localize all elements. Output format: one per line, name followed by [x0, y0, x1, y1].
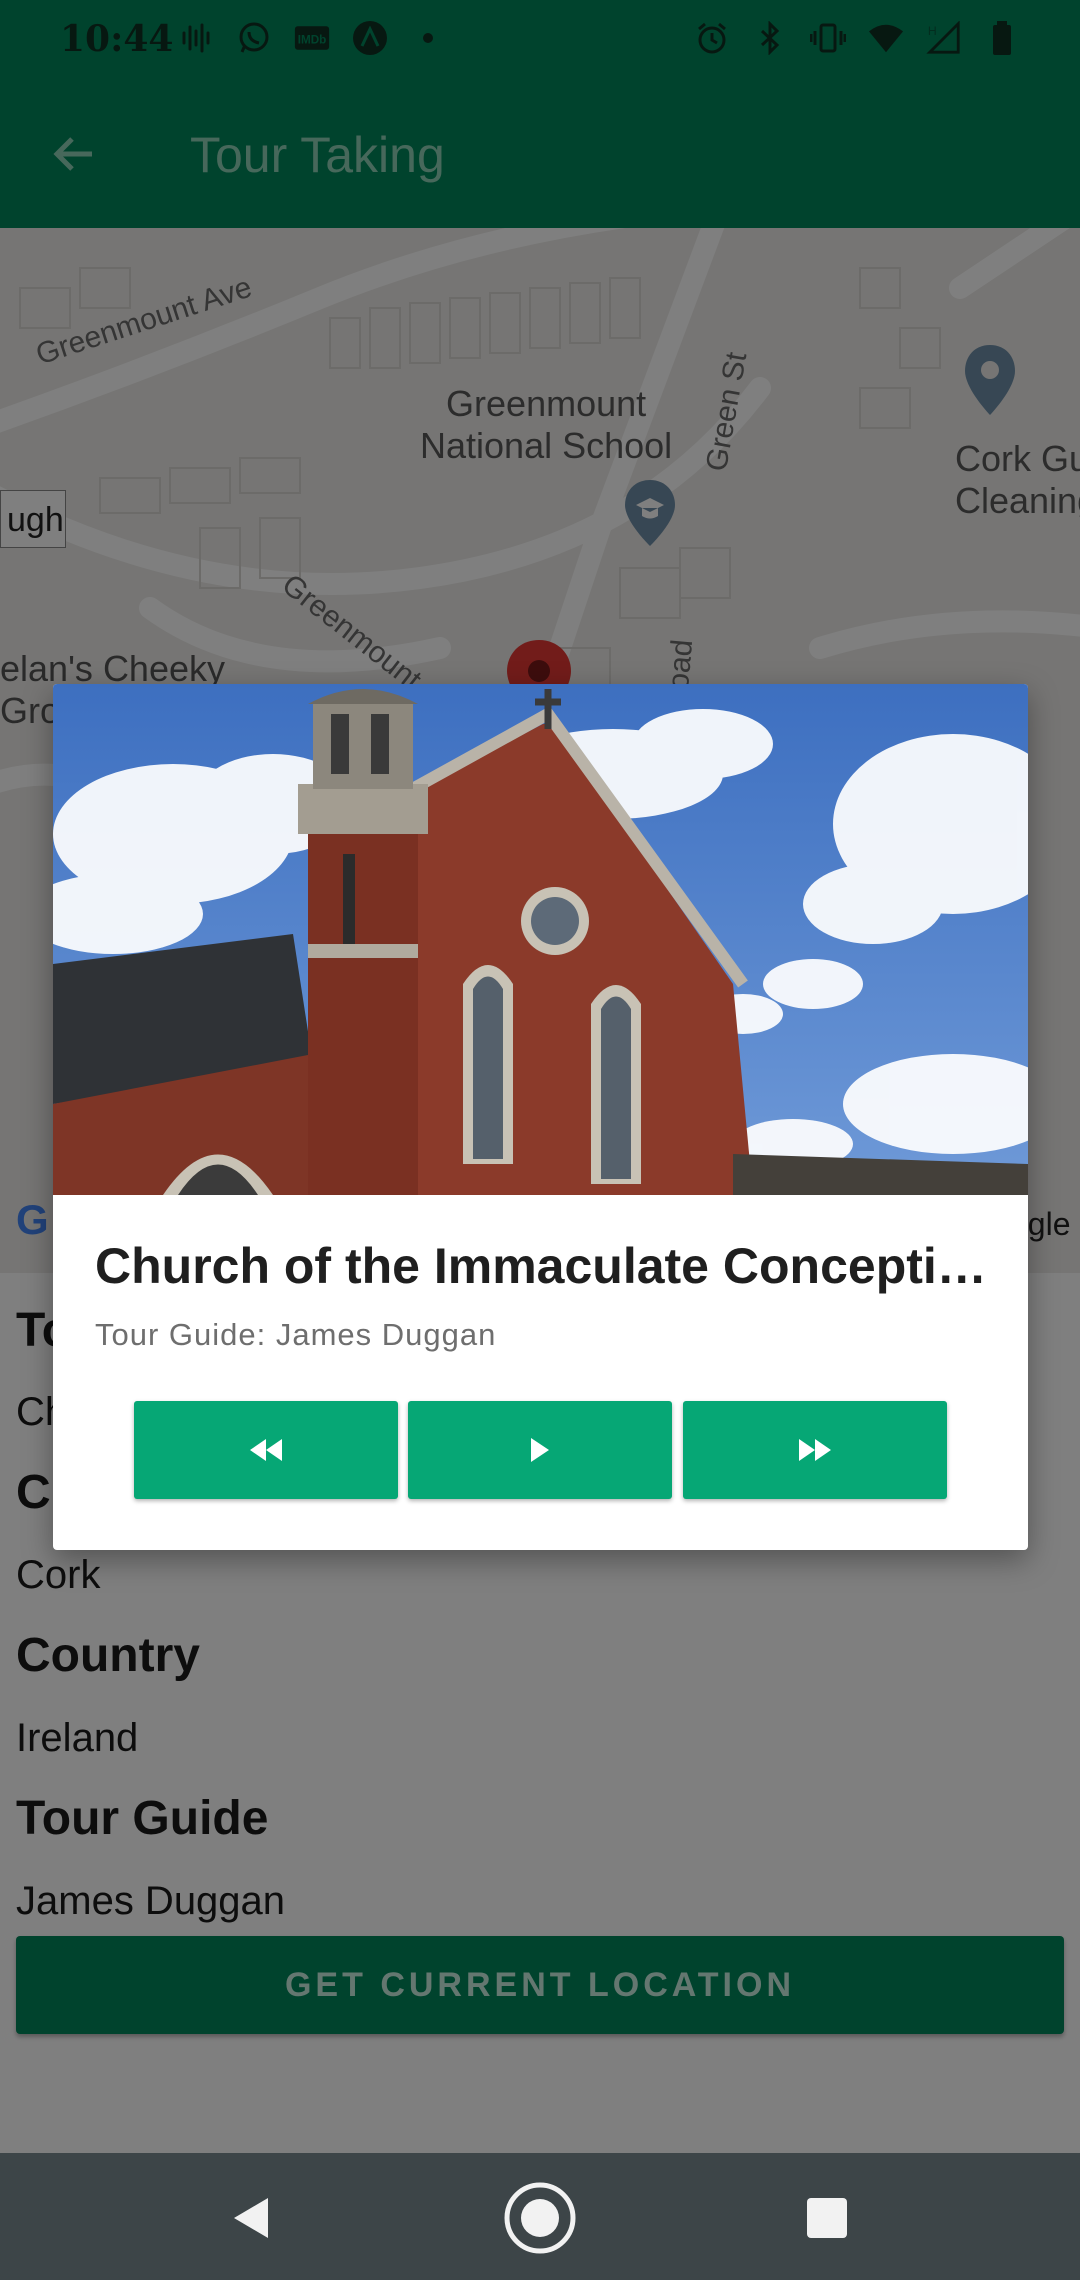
- circle-home-icon: [504, 2182, 576, 2254]
- fast-forward-icon: [799, 1439, 831, 1461]
- nav-back-button[interactable]: [205, 2173, 295, 2263]
- rewind-icon: [250, 1439, 282, 1461]
- tour-stop-title: Church of the Immaculate Concepti…: [95, 1238, 987, 1294]
- play-icon: [531, 1438, 549, 1462]
- tour-stop-dialog: Church of the Immaculate Concepti… Tour …: [53, 684, 1028, 1550]
- fast-forward-button[interactable]: [683, 1401, 947, 1499]
- system-nav-bar: [0, 2153, 1080, 2280]
- nav-home-button[interactable]: [495, 2173, 585, 2263]
- nav-recents-button[interactable]: [782, 2173, 872, 2263]
- square-recents-icon: [807, 2198, 847, 2238]
- church-photo: [53, 684, 1028, 1195]
- tour-stop-guide: Tour Guide: James Duggan: [95, 1317, 497, 1352]
- rewind-button[interactable]: [134, 1401, 398, 1499]
- triangle-back-icon: [234, 2198, 268, 2238]
- play-button[interactable]: [408, 1401, 672, 1499]
